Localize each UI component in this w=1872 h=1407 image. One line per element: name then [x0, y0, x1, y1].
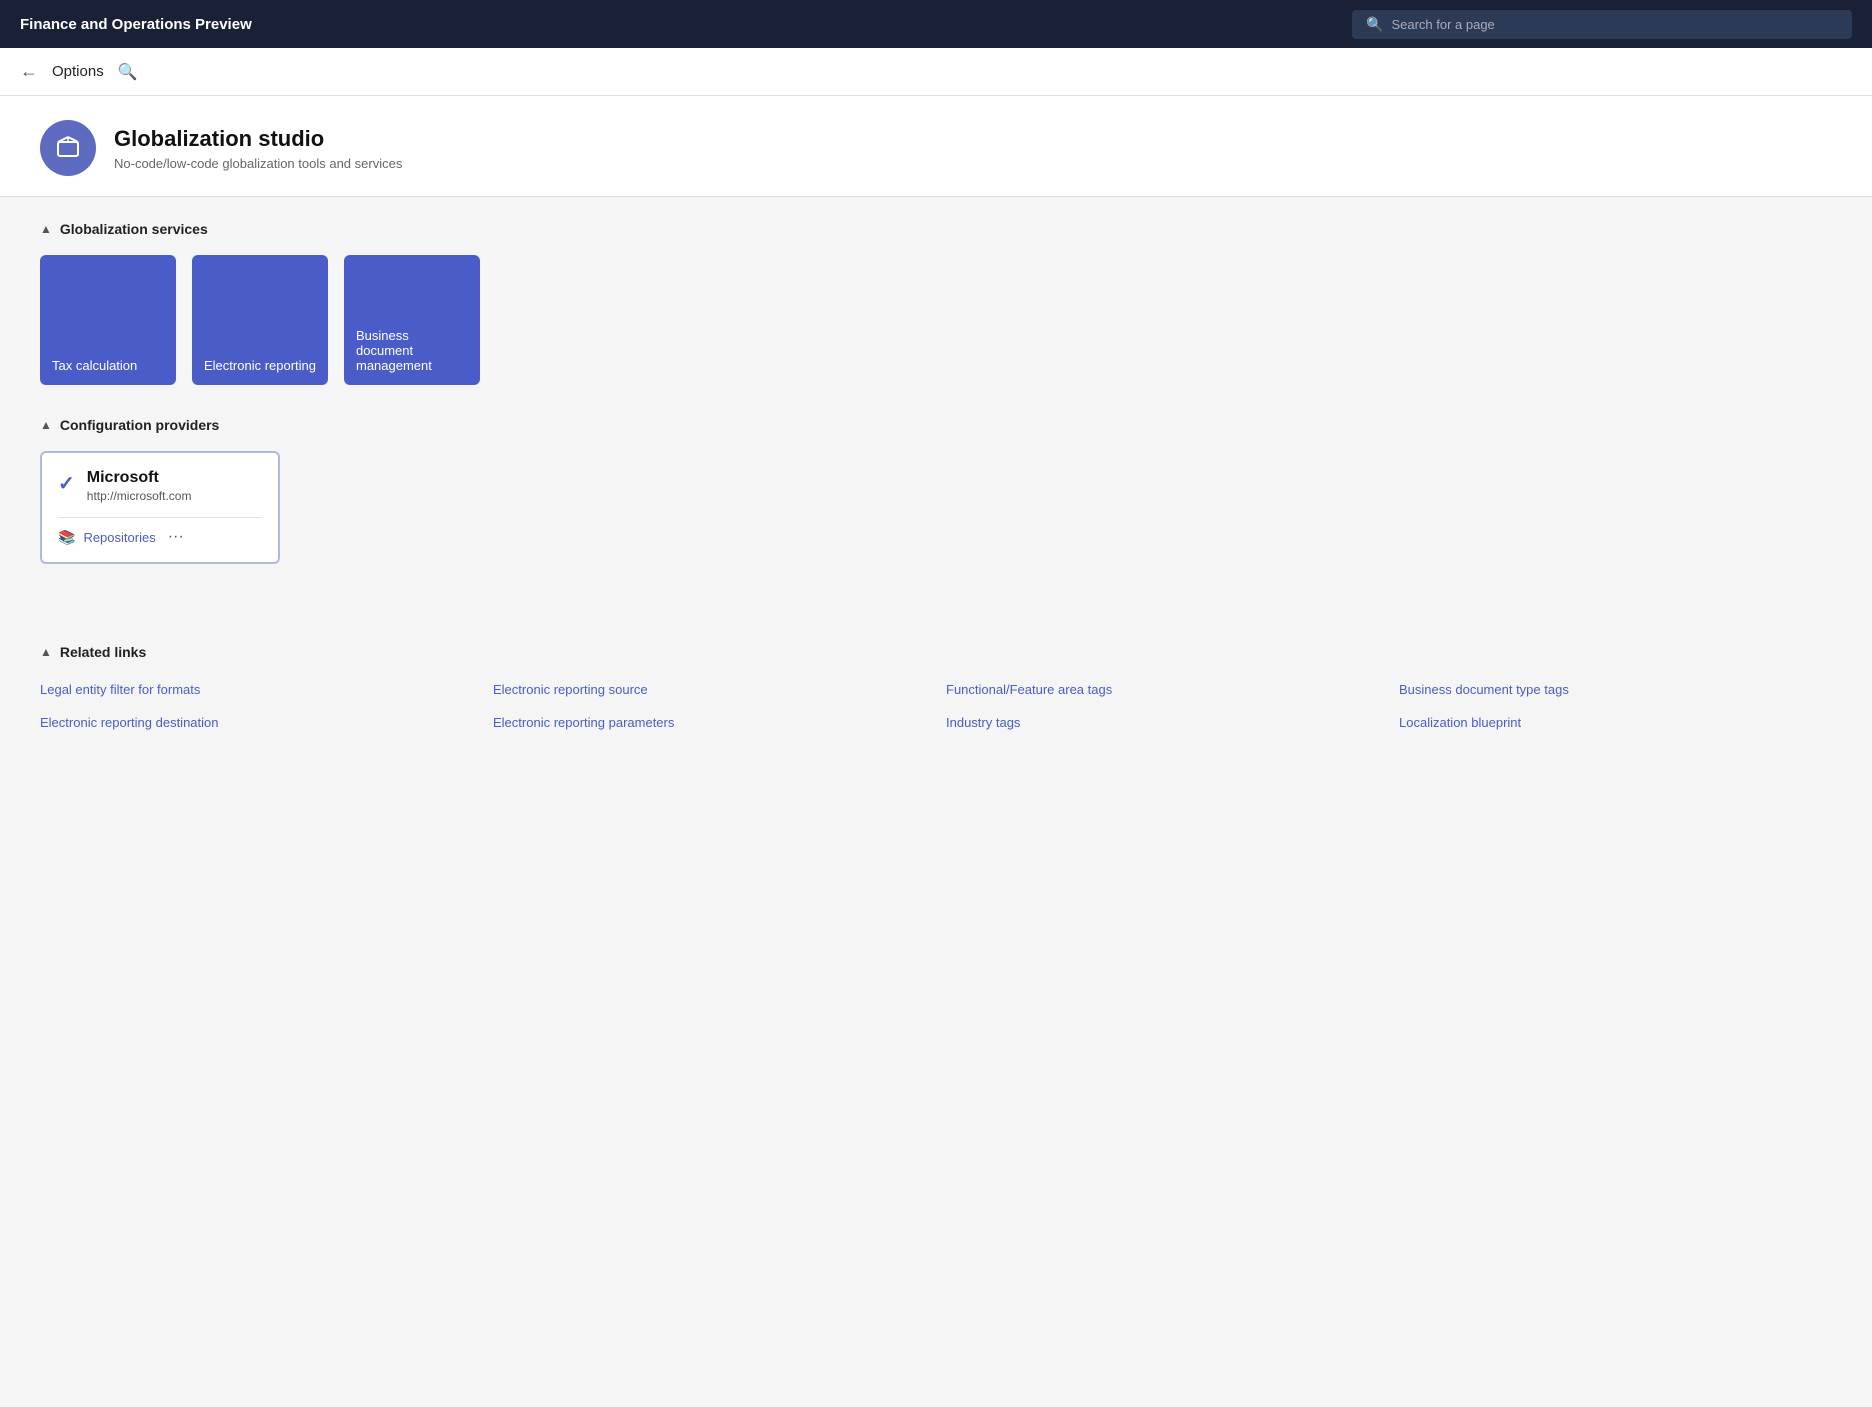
- provider-check-icon: ✓: [58, 471, 75, 496]
- provider-card-top: ✓ Microsoft http://microsoft.com: [58, 469, 262, 503]
- globe-icon: [54, 134, 82, 162]
- related-links-header[interactable]: ▲ Related links: [40, 644, 1832, 660]
- provider-url: http://microsoft.com: [87, 489, 192, 503]
- global-search[interactable]: 🔍 Search for a page: [1352, 10, 1852, 39]
- app-title: Finance and Operations Preview: [20, 16, 252, 33]
- provider-card-microsoft[interactable]: ✓ Microsoft http://microsoft.com 📚 Repos…: [40, 451, 280, 564]
- search-placeholder: Search for a page: [1391, 17, 1494, 32]
- related-links-grid: Legal entity filter for formats Electron…: [40, 678, 1832, 735]
- tile-business-document-management[interactable]: Business document management: [344, 255, 480, 385]
- provider-name: Microsoft: [87, 469, 192, 487]
- tile-tax-calculation-label: Tax calculation: [52, 358, 164, 373]
- chevron-up-icon: ▲: [40, 222, 52, 236]
- page-subtitle: No-code/low-code globalization tools and…: [114, 156, 402, 171]
- page-header: Globalization studio No-code/low-code gl…: [0, 96, 1872, 197]
- providers-row: ✓ Microsoft http://microsoft.com 📚 Repos…: [40, 451, 1832, 564]
- tile-business-document-management-label: Business document management: [356, 328, 468, 373]
- page-title: Globalization studio: [114, 126, 402, 152]
- configuration-providers-title: Configuration providers: [60, 417, 219, 433]
- chevron-up-icon-3: ▲: [40, 645, 52, 659]
- toolbar-search-icon[interactable]: 🔍: [118, 62, 138, 82]
- toolbar-options-label: Options: [52, 63, 104, 80]
- tile-tax-calculation[interactable]: Tax calculation: [40, 255, 176, 385]
- related-links-section: ▲ Related links Legal entity filter for …: [40, 644, 1832, 735]
- tile-electronic-reporting[interactable]: Electronic reporting: [192, 255, 328, 385]
- globalization-services-section: ▲ Globalization services Tax calculation…: [40, 221, 1832, 385]
- provider-footer: 📚 Repositories ···: [58, 517, 262, 546]
- configuration-providers-header[interactable]: ▲ Configuration providers: [40, 417, 1832, 433]
- configuration-providers-section: ▲ Configuration providers ✓ Microsoft ht…: [40, 417, 1832, 564]
- main-content: Globalization studio No-code/low-code gl…: [0, 96, 1872, 1407]
- service-tiles-row: Tax calculation Electronic reporting Bus…: [40, 255, 1832, 385]
- link-functional-feature-area-tags[interactable]: Functional/Feature area tags: [946, 678, 1379, 701]
- repositories-icon: 📚: [58, 529, 75, 546]
- back-button[interactable]: ←: [20, 61, 38, 82]
- topbar: Finance and Operations Preview 🔍 Search …: [0, 0, 1872, 48]
- link-industry-tags[interactable]: Industry tags: [946, 711, 1379, 734]
- related-links-title: Related links: [60, 644, 146, 660]
- provider-info: Microsoft http://microsoft.com: [87, 469, 192, 503]
- page-icon: [40, 120, 96, 176]
- tile-electronic-reporting-label: Electronic reporting: [204, 358, 316, 373]
- link-business-document-type-tags[interactable]: Business document type tags: [1399, 678, 1832, 701]
- search-icon: 🔍: [1366, 16, 1383, 33]
- link-electronic-reporting-source[interactable]: Electronic reporting source: [493, 678, 926, 701]
- link-electronic-reporting-destination[interactable]: Electronic reporting destination: [40, 711, 473, 734]
- globalization-services-title: Globalization services: [60, 221, 208, 237]
- link-localization-blueprint[interactable]: Localization blueprint: [1399, 711, 1832, 734]
- link-electronic-reporting-parameters[interactable]: Electronic reporting parameters: [493, 711, 926, 734]
- chevron-up-icon-2: ▲: [40, 418, 52, 432]
- globalization-services-header[interactable]: ▲ Globalization services: [40, 221, 1832, 237]
- provider-more-button[interactable]: ···: [168, 528, 184, 546]
- page-title-group: Globalization studio No-code/low-code gl…: [114, 126, 402, 171]
- toolbar: ← Options 🔍: [0, 48, 1872, 96]
- link-legal-entity-filter[interactable]: Legal entity filter for formats: [40, 678, 473, 701]
- repositories-link[interactable]: Repositories: [83, 530, 155, 545]
